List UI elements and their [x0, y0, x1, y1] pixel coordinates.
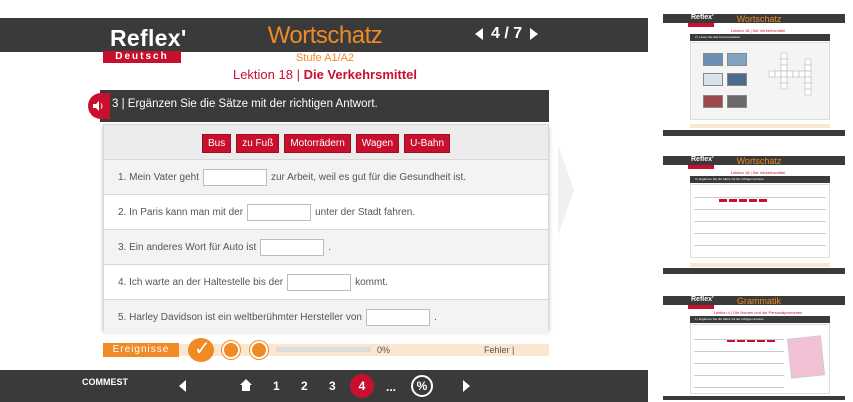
sentence-end: . [328, 241, 331, 253]
refresh-icon[interactable] [250, 341, 268, 359]
thumbnail-logo-sub [688, 165, 714, 169]
thumbnail-body [690, 184, 830, 258]
word-chip[interactable]: zu Fuß [236, 133, 280, 153]
arrow-right-icon[interactable] [463, 380, 470, 392]
sentence-row: 5. Harley Davidson ist ein weltberühmter… [104, 299, 548, 334]
app-title: Wortschatz [267, 22, 383, 49]
next-exercise-icon[interactable] [530, 28, 539, 40]
errors-label: Fehler | [484, 345, 515, 355]
thumbnail-bottom-bar [663, 396, 845, 400]
answer-field[interactable] [287, 273, 352, 291]
thumbnail-body [690, 324, 830, 394]
page-link[interactable]: 1 [273, 379, 280, 393]
thumbnail-slide[interactable]: Reflex' Wortschatz Lektion 18 | Die Verk… [663, 14, 845, 136]
thumbnail-slide[interactable]: Reflex' Grammatik Lektion 4 | Die Nomen … [663, 296, 845, 400]
checkmark-icon[interactable] [188, 336, 214, 362]
thumbnail-logo: Reflex' [691, 14, 714, 21]
thumbnail-bottom-bar [663, 130, 845, 136]
thumbnail-lesson: Lektion 18 | Die Verkehrsmittel [730, 170, 786, 175]
thumbnail-title: Wortschatz [736, 14, 782, 24]
thumbnail-logo-sub [688, 23, 714, 27]
thumbnail-picture [727, 95, 747, 108]
sentence-start: 4. Ich warte an der Haltestelle bis der [118, 276, 284, 288]
exercise-panel: Reflex' Deutsch Wortschatz Stufe A1/A2 4… [0, 0, 648, 402]
sentence-end: zur Arbeit, weil es gut für die Gesundhe… [270, 171, 467, 183]
lesson-name: Die Verkehrsmittel [303, 67, 418, 82]
thumbnail-word-bank [727, 329, 777, 347]
arrow-left-icon[interactable] [179, 380, 186, 392]
top-pager: 4 / 7 [475, 23, 539, 45]
thumbnail-word-bank [719, 189, 769, 207]
events-label: Ereignisse [103, 343, 179, 357]
level-label: Stufe A1/A2 [295, 52, 355, 64]
thumbnail-picture [703, 73, 723, 86]
page-link[interactable]: 3 [329, 379, 336, 393]
sentence-start: 2. In Paris kann man mit der [118, 206, 244, 218]
thumbnail-task: 3 | Ergänzen Sie die Sätze mit der richt… [695, 177, 765, 181]
progress-bar [276, 347, 371, 352]
app-logo: Reflex' [110, 25, 187, 51]
thumbnail-events [690, 124, 830, 128]
sentence-start: 3. Ein anderes Wort für Auto ist [118, 241, 257, 253]
sentence-end: unter der Stadt fahren. [315, 206, 416, 218]
thumbnail-task: 2 | Lösen Sie das Kreuzworträtsel. [695, 35, 741, 39]
next-arrow-decoration [558, 145, 574, 235]
thumbnail-picture [703, 53, 723, 66]
thumbnail-slide[interactable]: Reflex' Wortschatz Lektion 18 | Die Verk… [663, 156, 845, 274]
thumbnail-bottom-bar [663, 268, 845, 274]
thumbnail-events [690, 263, 830, 267]
thumbnail-logo: Reflex' [691, 296, 714, 303]
page-link-current[interactable]: 4 [350, 374, 374, 398]
answer-field[interactable] [260, 238, 325, 256]
thumbnail-picture [727, 73, 747, 86]
speaker-icon[interactable] [92, 100, 104, 112]
home-icon[interactable] [239, 378, 253, 392]
sentence-row: 2. In Paris kann man mit der unter der S… [104, 194, 548, 229]
sentence-end: . [434, 311, 437, 323]
thumbnail-body [690, 42, 830, 120]
brand-logo: COMMEST [82, 378, 128, 387]
sentence-row: 4. Ich warte an der Haltestelle bis der … [104, 264, 548, 299]
sentence-end: kommt. [355, 276, 388, 288]
thumbnail-logo: Reflex' [691, 156, 714, 163]
page-ellipsis: ... [386, 380, 397, 394]
sentence-start: 1. Mein Vater geht [118, 171, 199, 183]
thumbnail-lesson: Lektion 18 | Die Verkehrsmittel [730, 28, 786, 33]
task-instruction: 3 | Ergänzen Sie die Sätze mit der richt… [112, 98, 378, 110]
thumbnail-lesson: Lektion 4 | Die Nomen und die Personalpr… [713, 310, 803, 315]
brand-name: COMMEST [82, 377, 128, 387]
app-logo-sub: Deutsch [103, 51, 181, 63]
answer-field[interactable] [202, 168, 267, 186]
thumbnail-title: Wortschatz [736, 156, 782, 166]
prev-exercise-icon[interactable] [475, 28, 483, 40]
thumbnail-picture [727, 53, 747, 66]
answer-field[interactable] [247, 203, 312, 221]
thumbnail-picture [703, 95, 723, 108]
thumbnail-photo [787, 335, 825, 379]
sentence-start: 5. Harley Davidson ist ein weltberühmter… [118, 311, 362, 323]
word-chip[interactable]: Wagen [355, 133, 400, 153]
word-chip[interactable]: Bus [201, 133, 232, 153]
progress-text: 0% [377, 345, 391, 355]
word-chip[interactable]: U-Bahn [404, 133, 451, 153]
sentence-row: 1. Mein Vater geht zur Arbeit, weil es g… [104, 159, 548, 194]
lesson-title: Lektion 18 | Die Verkehrsmittel [200, 67, 450, 82]
info-icon[interactable] [222, 341, 240, 359]
page-link[interactable]: 2 [301, 379, 308, 393]
word-bank: Bus zu Fuß Motorrädern Wagen U-Bahn [104, 125, 548, 159]
thumbnail-task: 1 | Ergänzen Sie die Sätze mit der richt… [695, 317, 765, 321]
sentence-row: 3. Ein anderes Wort für Auto ist . [104, 229, 548, 264]
answer-field[interactable] [366, 308, 430, 326]
page-indicator: 4 / 7 [491, 25, 523, 42]
thumbnail-title: Grammatik [736, 296, 781, 306]
thumbnail-logo-sub [688, 305, 714, 309]
percent-icon[interactable]: % [411, 375, 433, 397]
crossword-grid [768, 52, 812, 96]
lesson-prefix: Lektion 18 | [232, 67, 304, 82]
exercise-box: Bus zu Fuß Motorrädern Wagen U-Bahn 1. M… [103, 124, 549, 334]
word-chip[interactable]: Motorrädern [284, 133, 351, 153]
